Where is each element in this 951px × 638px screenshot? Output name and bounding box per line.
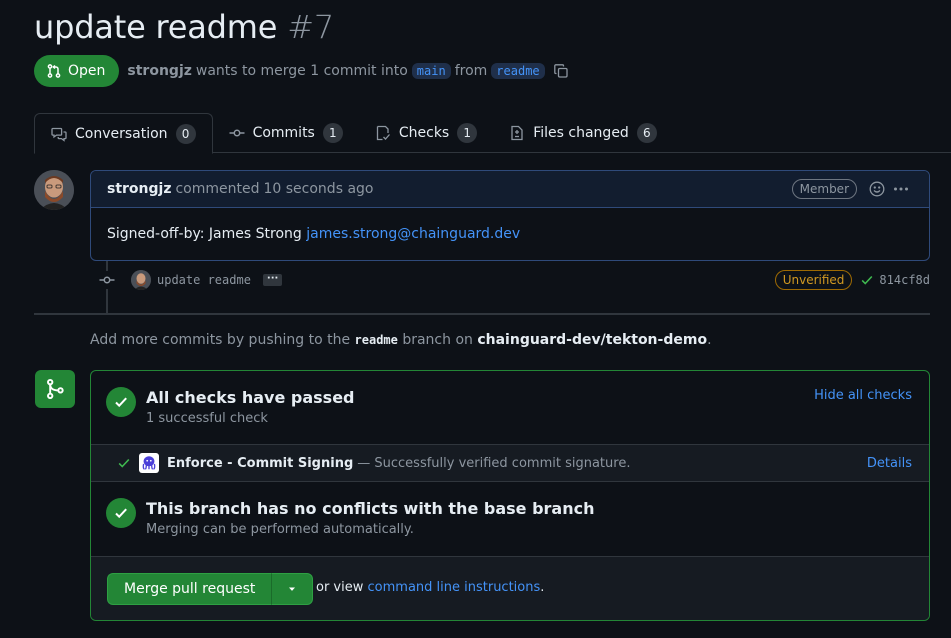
tab-label: Files changed [533, 125, 629, 141]
state-label: Open [68, 63, 106, 79]
kebab-horizontal-icon[interactable] [893, 181, 909, 197]
octopus-icon [142, 456, 156, 470]
or-view-text: or view [316, 580, 364, 595]
commit-sha[interactable]: 814cf8d [879, 273, 930, 287]
timeline-commit: update readme ··· Unverified 814cf8d [98, 268, 930, 292]
check-icon [115, 508, 127, 519]
comment-author[interactable]: strongjz [107, 181, 171, 197]
avatar[interactable] [34, 170, 74, 210]
checklist-icon [376, 125, 390, 141]
pr-title-text: update readme [34, 8, 278, 46]
push-hint-branch: readme [354, 333, 398, 347]
page-title: update readme #7 [34, 8, 334, 46]
conflicts-subtitle: Merging can be performed automatically. [146, 522, 414, 537]
comment: strongjz commented 10 seconds ago Member… [90, 170, 930, 261]
pr-tabs: Conversation 0 Commits 1 Checks 1 Files … [34, 113, 951, 154]
comment-header: strongjz commented 10 seconds ago Member [91, 171, 929, 208]
timeline-divider [34, 313, 930, 315]
details-link[interactable]: Details [867, 456, 912, 471]
merge-button-group: Merge pull request [107, 573, 314, 605]
pr-meta: Open strongjz wants to merge 1 commit in… [34, 55, 569, 87]
merge-status-icon [35, 370, 75, 408]
comment-discussion-icon [51, 127, 67, 142]
commit-avatar[interactable] [131, 270, 151, 290]
file-diff-icon [511, 125, 523, 141]
comment-timestamp[interactable]: 10 seconds ago [264, 181, 374, 197]
comment-action: commented [175, 181, 260, 197]
smiley-icon[interactable] [869, 181, 885, 197]
push-hint-repo: chainguard-dev/tekton-demo [477, 332, 708, 348]
hide-checks-link[interactable]: Hide all checks [814, 388, 912, 403]
check-description: — Successfully verified commit signature… [357, 455, 631, 471]
push-hint-prefix: Add more commits by pushing to the [90, 332, 351, 348]
author-link[interactable]: strongjz [127, 63, 191, 79]
triangle-down-icon [289, 587, 296, 591]
tab-counter: 6 [636, 123, 657, 143]
checks-subtitle: 1 successful check [146, 411, 268, 426]
conflicts-title: This branch has no conflicts with the ba… [146, 499, 595, 518]
conflicts-summary: This branch has no conflicts with the ba… [91, 482, 929, 557]
tab-label: Checks [398, 125, 450, 141]
merge-box: All checks have passed 1 successful chec… [90, 370, 930, 621]
git-commit-icon [99, 276, 115, 284]
expand-commit-button[interactable]: ··· [262, 274, 283, 286]
git-merge-icon [47, 378, 64, 400]
check-name: Enforce - Commit Signing [167, 455, 354, 471]
checks-summary: All checks have passed 1 successful chec… [91, 371, 929, 445]
user-avatar-icon [131, 270, 151, 290]
member-badge: Member [791, 179, 857, 199]
cli-period: . [540, 580, 545, 595]
checks-status [106, 387, 136, 417]
base-branch[interactable]: main [411, 63, 451, 79]
merge-footer: Merge pull request or view command line … [91, 557, 929, 620]
tab-files-changed[interactable]: Files changed 6 [493, 113, 673, 153]
email-link[interactable]: james.strong@chainguard.dev [306, 226, 520, 242]
push-hint-middle: branch on [402, 332, 473, 348]
tab-label: Conversation [75, 125, 168, 142]
from-text: from [454, 63, 488, 79]
tab-counter: 1 [457, 123, 478, 143]
check-icon [118, 458, 130, 468]
tab-commits[interactable]: Commits 1 [213, 113, 359, 153]
verification-badge[interactable]: Unverified [774, 270, 853, 290]
tab-checks[interactable]: Checks 1 [359, 113, 493, 153]
merge-options-button[interactable] [272, 573, 314, 605]
signoff-text: Signed-off-by: James Strong [107, 226, 302, 242]
user-avatar-icon [34, 170, 74, 210]
tab-conversation[interactable]: Conversation 0 [34, 113, 213, 154]
copy-icon[interactable] [553, 63, 569, 79]
tab-counter: 0 [175, 123, 196, 144]
check-icon[interactable] [860, 273, 874, 287]
comment-body: Signed-off-by: James Strong james.strong… [91, 208, 929, 260]
commit-message[interactable]: update readme [157, 273, 251, 287]
head-branch[interactable]: readme [491, 63, 545, 79]
push-hint: Add more commits by pushing to the readm… [90, 332, 712, 348]
merge-pull-request-button[interactable]: Merge pull request [107, 573, 273, 605]
merge-description: strongjz wants to merge 1 commit into ma… [127, 63, 568, 79]
git-pull-request-icon [47, 64, 61, 78]
pr-number: #7 [287, 8, 335, 46]
state-badge: Open [34, 55, 120, 87]
tab-label: Commits [252, 125, 315, 141]
check-icon [115, 397, 127, 408]
checks-title: All checks have passed [146, 388, 355, 407]
cli-hint: or view command line instructions. [316, 580, 544, 595]
check-item: Enforce - Commit Signing — Successfully … [91, 445, 929, 482]
tab-counter: 1 [322, 123, 343, 143]
app-logo-icon [139, 453, 159, 473]
push-hint-suffix: . [707, 332, 712, 348]
commit-dot [98, 271, 116, 289]
cli-instructions-link[interactable]: command line instructions [368, 580, 541, 595]
merge-text: wants to merge 1 commit into [195, 63, 408, 79]
git-commit-icon [229, 129, 245, 137]
conflicts-status [106, 498, 136, 528]
